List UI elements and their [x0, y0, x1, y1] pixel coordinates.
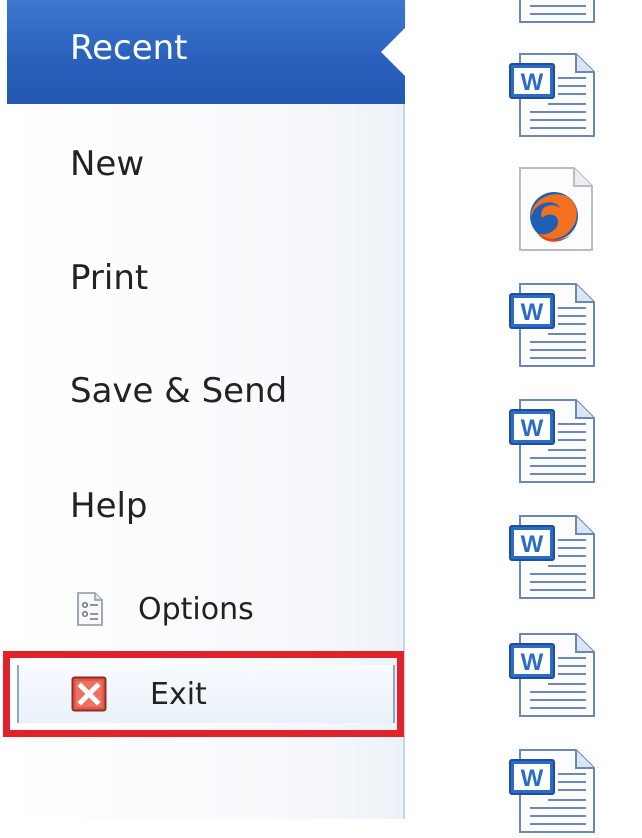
word-document-icon[interactable]: W	[508, 748, 598, 834]
exit-highlight-box	[3, 651, 404, 737]
word-document-icon[interactable]: W	[508, 282, 598, 368]
selection-notch	[381, 26, 407, 78]
menu-item-label: New	[70, 144, 145, 184]
svg-text:W: W	[521, 765, 544, 792]
menu-item-label: Options	[138, 591, 254, 627]
menu-item-label: Save & Send	[70, 371, 288, 411]
menu-item-options[interactable]: Options	[7, 580, 405, 638]
options-icon	[77, 592, 103, 626]
svg-text:W: W	[521, 531, 544, 558]
word-document-icon[interactable]: W	[508, 0, 598, 24]
menu-item-save-send[interactable]: Save & Send	[7, 361, 405, 421]
menu-item-label: Help	[70, 486, 148, 526]
firefox-document-icon[interactable]	[508, 166, 598, 252]
menu-item-label: Recent	[70, 28, 188, 68]
menu-item-help[interactable]: Help	[7, 476, 405, 536]
menu-item-recent[interactable]: Recent	[7, 0, 407, 104]
word-document-icon[interactable]: W	[508, 632, 598, 718]
word-document-icon[interactable]: W	[508, 514, 598, 600]
svg-text:W: W	[521, 299, 544, 326]
svg-text:W: W	[521, 649, 544, 676]
word-document-icon[interactable]: W	[508, 52, 598, 138]
word-document-icon[interactable]: W	[508, 398, 598, 484]
svg-text:W: W	[521, 69, 544, 96]
menu-item-new[interactable]: New	[7, 134, 405, 194]
menu-item-print[interactable]: Print	[7, 248, 405, 308]
menu-item-label: Print	[70, 258, 149, 298]
svg-text:W: W	[521, 415, 544, 442]
